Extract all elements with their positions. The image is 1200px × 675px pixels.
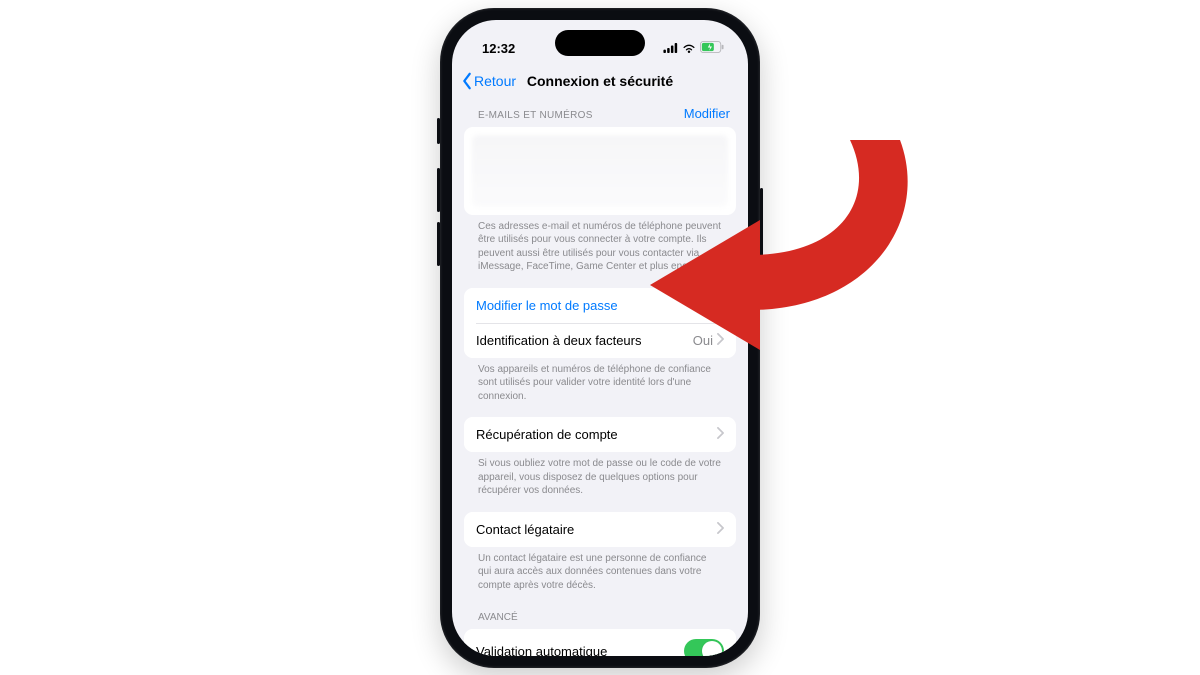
- emails-list-redacted: [464, 127, 736, 215]
- auto-validate-toggle[interactable]: [684, 639, 724, 656]
- auto-validate-row: Validation automatique: [464, 629, 736, 656]
- emails-section-header: E-MAILS ET NUMÉROS Modifier: [464, 100, 736, 127]
- security-card: Modifier le mot de passe Identification …: [464, 288, 736, 358]
- status-time: 12:32: [482, 41, 515, 56]
- chevron-right-icon: [717, 522, 724, 537]
- change-password-label: Modifier le mot de passe: [476, 298, 618, 313]
- account-recovery-row[interactable]: Récupération de compte: [464, 417, 736, 452]
- two-factor-label: Identification à deux facteurs: [476, 333, 642, 348]
- chevron-left-icon: [460, 72, 474, 90]
- wifi-icon: [682, 41, 696, 56]
- nav-bar: Retour Connexion et sécurité: [452, 66, 748, 100]
- recovery-card: Récupération de compte: [464, 417, 736, 452]
- mute-switch: [437, 118, 440, 144]
- legacy-footer: Un contact légataire est une personne de…: [464, 547, 736, 593]
- recovery-footer: Si vous oubliez votre mot de passe ou le…: [464, 452, 736, 498]
- battery-charging-icon: [700, 41, 724, 56]
- two-factor-row[interactable]: Identification à deux facteurs Oui: [464, 323, 736, 358]
- emails-section-label: E-MAILS ET NUMÉROS: [478, 110, 593, 121]
- arrow-body: [750, 140, 908, 310]
- advanced-section-label: AVANCÉ: [464, 606, 736, 629]
- dynamic-island: [555, 30, 645, 56]
- chevron-right-icon: [717, 333, 724, 348]
- chevron-right-icon: [717, 427, 724, 442]
- page-title: Connexion et sécurité: [527, 73, 673, 89]
- volume-down-button: [437, 222, 440, 266]
- screen: 12:32 Retour Connexion et sécurité: [452, 20, 748, 656]
- account-recovery-label: Récupération de compte: [476, 427, 618, 442]
- two-factor-value: Oui: [693, 333, 713, 348]
- legacy-card: Contact légataire: [464, 512, 736, 547]
- back-button[interactable]: Retour: [460, 72, 516, 90]
- legacy-contact-row[interactable]: Contact légataire: [464, 512, 736, 547]
- legacy-contact-label: Contact légataire: [476, 522, 574, 537]
- edit-emails-button[interactable]: Modifier: [684, 106, 730, 121]
- advanced-card: Validation automatique: [464, 629, 736, 656]
- back-label: Retour: [474, 73, 516, 89]
- emails-footer: Ces adresses e-mail et numéros de téléph…: [464, 215, 736, 274]
- cell-signal-icon: [663, 41, 678, 56]
- change-password-row[interactable]: Modifier le mot de passe: [464, 288, 736, 323]
- two-factor-footer: Vos appareils et numéros de téléphone de…: [464, 358, 736, 404]
- phone-frame: 12:32 Retour Connexion et sécurité: [440, 8, 760, 668]
- auto-validate-label: Validation automatique: [476, 644, 607, 656]
- settings-content: E-MAILS ET NUMÉROS Modifier Ces adresses…: [452, 100, 748, 656]
- volume-up-button: [437, 168, 440, 212]
- power-button: [760, 188, 763, 258]
